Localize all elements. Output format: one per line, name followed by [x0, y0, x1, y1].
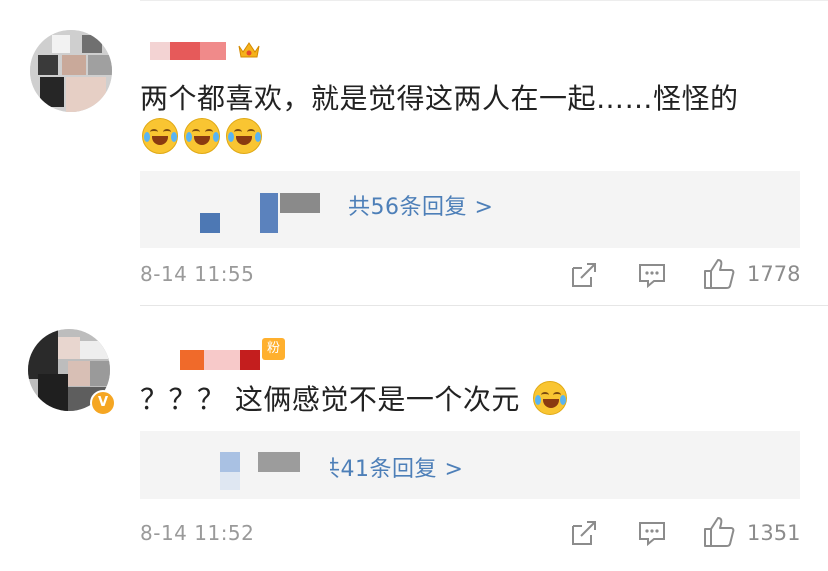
emoji-row	[142, 118, 262, 154]
comment-text: 两个都喜欢，就是觉得这两人在一起……怪怪的	[140, 82, 739, 115]
view-replies-link[interactable]: 共56条回复 >	[348, 189, 493, 221]
replies-box[interactable]: 共41条回复 >	[140, 431, 800, 499]
like-icon[interactable]	[702, 257, 736, 291]
crown-badge-icon	[238, 42, 260, 58]
laugh-cry-emoji-icon	[184, 118, 220, 154]
verified-badge-icon: V	[90, 390, 116, 416]
fan-badge: 粉	[262, 338, 286, 360]
share-icon[interactable]	[569, 518, 599, 548]
username-redacted[interactable]	[150, 42, 226, 60]
like-count: 1778	[747, 262, 801, 286]
comment-icon[interactable]	[637, 260, 667, 290]
redacted-mosaic	[260, 193, 278, 233]
timestamp: 8-14 11:55	[140, 262, 255, 286]
laugh-cry-emoji-icon	[226, 118, 262, 154]
like-icon[interactable]	[702, 515, 736, 549]
redacted-mosaic	[220, 452, 240, 472]
laugh-cry-emoji-icon	[533, 381, 568, 415]
username-redacted[interactable]	[180, 350, 260, 370]
redacted-mosaic	[220, 472, 240, 490]
timestamp: 8-14 11:52	[140, 521, 255, 545]
replies-box[interactable]: 共56条回复 >	[140, 171, 800, 248]
share-icon[interactable]	[569, 260, 599, 290]
redacted-mosaic	[258, 452, 300, 472]
comment-text: ？？？ 这俩感觉不是一个次元	[140, 378, 568, 418]
comment-item: V 粉 ？？？ 这俩感觉不是一个次元 共41条回复 > 8-14 11:52 1…	[0, 306, 828, 571]
comment-item: 两个都喜欢，就是觉得这两人在一起……怪怪的 共56条回复 > 8-14 11:5…	[0, 0, 828, 305]
redacted-mosaic	[280, 193, 320, 213]
laugh-cry-emoji-icon	[142, 118, 178, 154]
comment-text-content: ？？？ 这俩感觉不是一个次元	[140, 383, 520, 416]
like-count: 1351	[747, 521, 801, 545]
comment-icon[interactable]	[637, 518, 667, 548]
view-replies-link[interactable]: 共41条回复 >	[330, 451, 463, 483]
redacted-mosaic	[200, 213, 220, 233]
avatar[interactable]	[30, 30, 112, 112]
